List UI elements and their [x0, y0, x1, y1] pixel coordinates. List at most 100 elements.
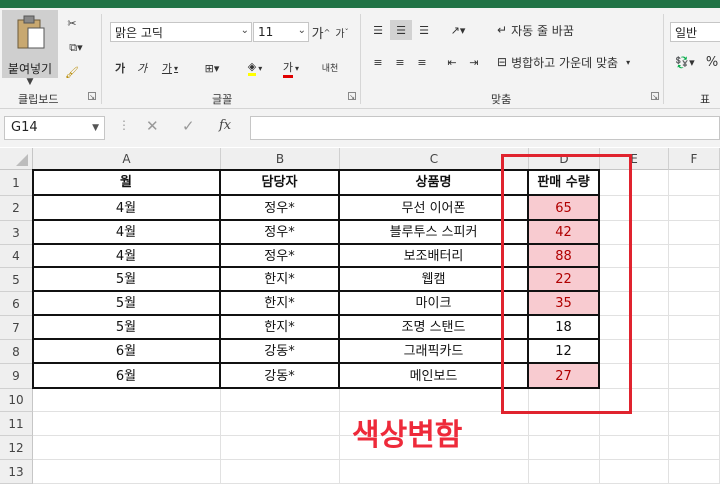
- align-middle-button[interactable]: ☰: [390, 20, 412, 40]
- merge-center-button[interactable]: ⊟ 병합하고 가운데 맞춤 ▾: [497, 52, 653, 72]
- confirm-entry-icon[interactable]: ✓: [182, 117, 195, 135]
- font-name-select[interactable]: 맑은 고딕 ⌄: [110, 22, 252, 42]
- empty-cell[interactable]: [33, 436, 221, 460]
- table-cell-month[interactable]: 5월: [33, 316, 221, 340]
- empty-cell[interactable]: [600, 460, 669, 484]
- empty-cell[interactable]: [600, 436, 669, 460]
- row-header-7[interactable]: 7: [0, 316, 33, 340]
- select-all-corner[interactable]: [0, 148, 33, 170]
- row-header-12[interactable]: 12: [0, 436, 33, 460]
- empty-cell[interactable]: [669, 436, 720, 460]
- table-header-cell[interactable]: 월: [33, 170, 221, 196]
- empty-cell[interactable]: [669, 364, 720, 389]
- table-cell-person[interactable]: 정우*: [221, 196, 340, 221]
- copy-button[interactable]: ⧉▾: [62, 38, 90, 58]
- empty-cell[interactable]: [669, 389, 720, 412]
- row-header-13[interactable]: 13: [0, 460, 33, 484]
- align-right-button[interactable]: ≡: [412, 52, 432, 72]
- align-center-button[interactable]: ≡: [390, 52, 410, 72]
- align-left-button[interactable]: ≡: [368, 52, 388, 72]
- row-header-4[interactable]: 4: [0, 245, 33, 268]
- empty-cell[interactable]: [33, 389, 221, 412]
- empty-cell[interactable]: [669, 196, 720, 221]
- empty-cell[interactable]: [221, 412, 340, 436]
- empty-cell[interactable]: [669, 268, 720, 292]
- italic-button[interactable]: 가: [134, 58, 150, 78]
- empty-cell[interactable]: [669, 221, 720, 245]
- decrease-indent-button[interactable]: ⇤: [442, 52, 462, 72]
- table-header-cell[interactable]: 담당자: [221, 170, 340, 196]
- table-cell-month[interactable]: 5월: [33, 268, 221, 292]
- font-color-button[interactable]: 가 ▾: [276, 58, 306, 78]
- borders-button[interactable]: ⊞▾: [198, 58, 226, 78]
- column-header-b[interactable]: B: [221, 148, 340, 170]
- format-painter-button[interactable]: 🖌: [62, 62, 82, 82]
- align-bottom-button[interactable]: ☰: [414, 20, 434, 40]
- clipboard-launcher-icon[interactable]: ↘: [88, 92, 96, 101]
- phonetic-button[interactable]: 내천: [318, 56, 342, 78]
- paste-button[interactable]: 붙여넣기 ▼: [2, 10, 58, 87]
- table-cell-person[interactable]: 정우*: [221, 221, 340, 245]
- number-format-select[interactable]: 일반: [670, 22, 720, 42]
- row-header-5[interactable]: 5: [0, 268, 33, 292]
- increase-indent-button[interactable]: ⇥: [464, 52, 484, 72]
- shrink-font-button[interactable]: 가ˇ: [333, 22, 351, 42]
- empty-cell[interactable]: [529, 412, 600, 436]
- font-launcher-icon[interactable]: ↘: [348, 92, 356, 101]
- empty-cell[interactable]: [529, 436, 600, 460]
- empty-cell[interactable]: [529, 460, 600, 484]
- grow-font-button[interactable]: 가 ^: [312, 22, 331, 42]
- empty-cell[interactable]: [340, 460, 529, 484]
- table-cell-month[interactable]: 5월: [33, 292, 221, 316]
- table-cell-month[interactable]: 4월: [33, 196, 221, 221]
- table-cell-month[interactable]: 4월: [33, 245, 221, 268]
- fill-color-button[interactable]: ◈ ▾: [240, 58, 270, 78]
- empty-cell[interactable]: [669, 245, 720, 268]
- name-box[interactable]: G14 ▼: [4, 116, 105, 140]
- empty-cell[interactable]: [669, 412, 720, 436]
- empty-cell[interactable]: [221, 436, 340, 460]
- empty-cell[interactable]: [221, 460, 340, 484]
- empty-cell[interactable]: [669, 292, 720, 316]
- empty-cell[interactable]: [33, 412, 221, 436]
- empty-cell[interactable]: [669, 316, 720, 340]
- alignment-launcher-icon[interactable]: ↘: [651, 92, 659, 101]
- cancel-entry-icon[interactable]: ✕: [146, 117, 159, 135]
- row-header-10[interactable]: 10: [0, 389, 33, 412]
- percent-button[interactable]: %: [704, 52, 720, 72]
- insert-function-button[interactable]: fx: [219, 118, 231, 133]
- empty-cell[interactable]: [221, 389, 340, 412]
- row-header-3[interactable]: 3: [0, 221, 33, 245]
- column-header-a[interactable]: A: [33, 148, 221, 170]
- row-header-6[interactable]: 6: [0, 292, 33, 316]
- table-cell-month[interactable]: 4월: [33, 221, 221, 245]
- wrap-text-button[interactable]: ↵ 자동 줄 바꿈: [497, 20, 593, 40]
- empty-cell[interactable]: [33, 460, 221, 484]
- font-size-select[interactable]: 11 ⌄: [253, 22, 309, 42]
- table-cell-month[interactable]: 6월: [33, 340, 221, 364]
- row-header-11[interactable]: 11: [0, 412, 33, 436]
- column-header-f[interactable]: F: [669, 148, 720, 170]
- cut-button[interactable]: ✂: [62, 13, 82, 33]
- table-cell-person[interactable]: 정우*: [221, 245, 340, 268]
- align-top-button[interactable]: ☰: [368, 20, 388, 40]
- table-cell-person[interactable]: 한지*: [221, 268, 340, 292]
- empty-cell[interactable]: [600, 412, 669, 436]
- bold-button[interactable]: 가: [112, 58, 128, 78]
- table-cell-person[interactable]: 강동*: [221, 340, 340, 364]
- empty-cell[interactable]: [669, 340, 720, 364]
- formula-input[interactable]: [250, 116, 720, 140]
- underline-button[interactable]: 가 ▾: [156, 58, 184, 78]
- row-header-2[interactable]: 2: [0, 196, 33, 221]
- row-header-1[interactable]: 1: [0, 170, 33, 196]
- table-cell-person[interactable]: 한지*: [221, 316, 340, 340]
- empty-cell[interactable]: [669, 460, 720, 484]
- accounting-button[interactable]: 💱▾: [670, 52, 700, 72]
- orientation-button[interactable]: ↗▾: [444, 20, 472, 40]
- table-cell-person[interactable]: 한지*: [221, 292, 340, 316]
- row-header-9[interactable]: 9: [0, 364, 33, 389]
- table-cell-person[interactable]: 강동*: [221, 364, 340, 389]
- empty-cell[interactable]: [669, 170, 720, 196]
- table-cell-month[interactable]: 6월: [33, 364, 221, 389]
- row-header-8[interactable]: 8: [0, 340, 33, 364]
